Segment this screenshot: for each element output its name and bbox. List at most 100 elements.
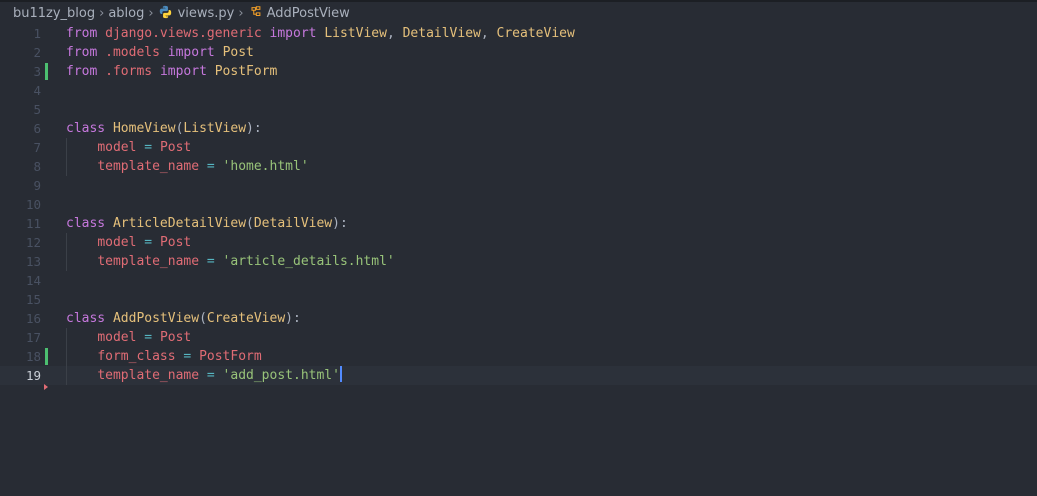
code-line[interactable]: 14 <box>0 271 1037 290</box>
code-token: ): <box>332 216 348 231</box>
code-line[interactable]: 7 model = Post <box>0 138 1037 157</box>
code-line[interactable]: 4 <box>0 81 1037 100</box>
chevron-right-icon: › <box>99 5 105 21</box>
breadcrumb-file-views-py[interactable]: views.py <box>158 5 235 21</box>
code-line[interactable]: 13 template_name = 'article_details.html… <box>0 252 1037 271</box>
breadcrumb-folder-ablog[interactable]: ablog <box>108 6 144 21</box>
code-token: 'article_details.html' <box>222 254 395 269</box>
code-token: ): <box>246 121 262 136</box>
code-token: HomeView <box>112 121 176 136</box>
code-token: Post <box>222 45 254 60</box>
breadcrumb: bu11zy_blog › ablog › views.py › AddPost… <box>0 2 1037 24</box>
code-token: CreateView <box>496 26 575 41</box>
symbol-class-icon <box>251 6 260 17</box>
code-text: template_name = 'home.html' <box>66 157 308 176</box>
code-line[interactable]: 16 class AddPostView(CreateView): <box>0 309 1037 328</box>
code-line[interactable]: 10 <box>0 195 1037 214</box>
line-number: 4 <box>33 83 41 98</box>
code-token: template_name <box>97 159 200 174</box>
code-line[interactable]: 12 model = Post <box>0 233 1037 252</box>
code-line[interactable]: 2 from .models import Post <box>0 43 1037 62</box>
code-token: form_class <box>97 349 176 364</box>
code-line[interactable]: 9 <box>0 176 1037 195</box>
code-token: = <box>144 330 153 345</box>
line-number: 12 <box>25 235 41 250</box>
code-token: DetailView <box>402 26 481 41</box>
code-token: class <box>66 121 106 136</box>
code-line[interactable]: 8 template_name = 'home.html' <box>0 157 1037 176</box>
code-token: ( <box>199 311 207 326</box>
code-line[interactable]: 15 <box>0 290 1037 309</box>
git-modified-marker <box>45 348 48 365</box>
breadcrumb-symbol-addpostview[interactable]: AddPostView <box>248 5 350 21</box>
line-number: 19 <box>25 368 41 383</box>
code-line[interactable]: 19 template_name = 'add_post.html' <box>0 366 1037 385</box>
code-token: Post <box>159 140 192 155</box>
code-line[interactable]: 6 class HomeView(ListView): <box>0 119 1037 138</box>
code-token: , <box>480 26 497 41</box>
breadcrumb-folder-bu11zy-blog[interactable]: bu11zy_blog <box>13 6 95 21</box>
code-token: ArticleDetailView <box>112 216 247 231</box>
code-token: Post <box>159 235 192 250</box>
code-line[interactable]: 11 class ArticleDetailView(DetailView): <box>0 214 1037 233</box>
code-text: from .forms import PostForm <box>66 62 277 81</box>
fold-arrow-icon <box>44 384 48 390</box>
line-number: 15 <box>25 292 41 307</box>
code-line[interactable]: 3 from .forms import PostForm <box>0 62 1037 81</box>
breadcrumb-file-label: views.py <box>177 6 235 21</box>
line-number: 3 <box>33 64 41 79</box>
code-line[interactable]: 18 form_class = PostForm <box>0 347 1037 366</box>
code-token: template_name <box>97 254 200 269</box>
code-editor[interactable]: 1 from django.views.generic import ListVi… <box>0 24 1037 496</box>
code-token: from <box>66 64 98 79</box>
code-token: ): <box>285 311 301 326</box>
code-text: from django.views.generic import ListVie… <box>66 24 575 43</box>
code-text: class ArticleDetailView(DetailView): <box>66 214 348 233</box>
code-text: model = Post <box>66 233 191 252</box>
code-token: model <box>97 235 137 250</box>
line-number: 5 <box>33 102 41 117</box>
code-text: form_class = PostForm <box>66 347 261 366</box>
code-token: ( <box>246 216 254 231</box>
code-token: model <box>97 140 137 155</box>
chevron-right-icon: › <box>148 5 154 21</box>
code-token: DetailView <box>253 216 333 231</box>
code-line[interactable]: 17 model = Post <box>0 328 1037 347</box>
git-modified-marker <box>45 63 48 80</box>
code-line[interactable]: 5 <box>0 100 1037 119</box>
code-text: class AddPostView(CreateView): <box>66 309 301 328</box>
code-text: from .models import Post <box>66 43 254 62</box>
code-token: import <box>269 26 317 41</box>
code-token: , <box>386 26 403 41</box>
code-token: template_name <box>97 368 200 383</box>
line-number: 8 <box>33 159 41 174</box>
text-cursor <box>339 366 342 382</box>
code-token: = <box>144 235 153 250</box>
line-number: 13 <box>25 254 41 269</box>
line-number: 18 <box>25 349 41 364</box>
line-number: 2 <box>33 45 41 60</box>
code-token: = <box>206 368 215 383</box>
line-number: 9 <box>33 178 41 193</box>
line-number: 1 <box>33 26 41 41</box>
python-icon <box>159 5 171 19</box>
code-token: import <box>159 64 207 79</box>
breadcrumb-symbol-label: AddPostView <box>266 6 350 21</box>
code-line[interactable]: 1 from django.views.generic import ListVi… <box>0 24 1037 43</box>
